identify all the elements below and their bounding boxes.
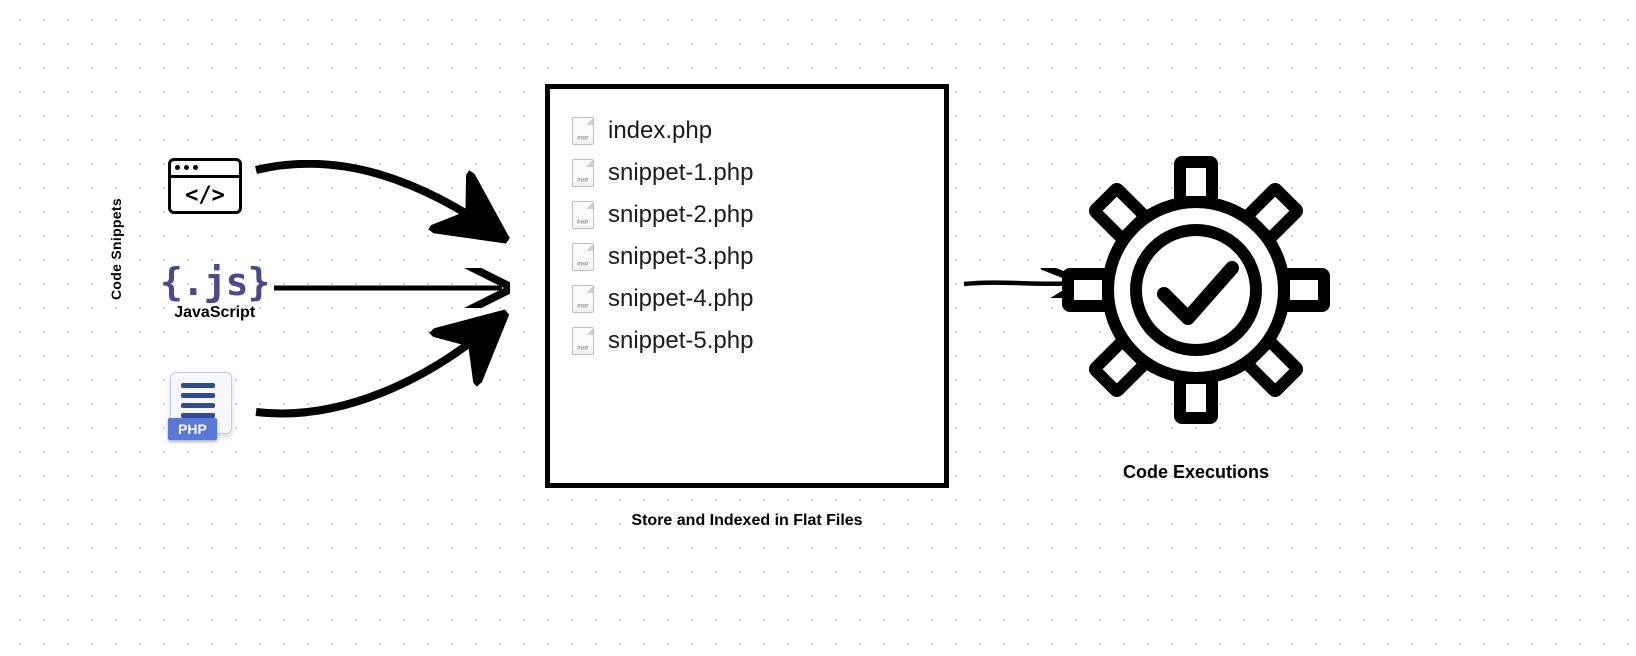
file-row: snippet-3.php: [572, 243, 922, 271]
php-file-icon: [572, 327, 594, 355]
file-row: snippet-1.php: [572, 159, 922, 187]
file-row: snippet-5.php: [572, 327, 922, 355]
file-row: index.php: [572, 117, 922, 145]
flat-files-box: index.php snippet-1.php snippet-2.php sn…: [545, 84, 949, 488]
arrow-php-to-box: [250, 300, 510, 420]
file-name: snippet-2.php: [608, 201, 753, 229]
code-executions-label: Code Executions: [1056, 462, 1336, 483]
code-window-icon: </>: [168, 158, 242, 214]
arrow-code-to-box: [250, 160, 510, 250]
js-curly-glyph: {.js}: [160, 260, 269, 304]
gear-check-icon: [1056, 150, 1336, 435]
file-name: snippet-5.php: [608, 327, 753, 355]
php-file-icon: [572, 285, 594, 313]
php-icon: PHP: [170, 372, 232, 434]
file-row: snippet-2.php: [572, 201, 922, 229]
php-file-icon: [572, 117, 594, 145]
php-file-icon: [572, 201, 594, 229]
php-file-icon: [572, 243, 594, 271]
file-name: snippet-3.php: [608, 243, 753, 271]
file-name: snippet-1.php: [608, 159, 753, 187]
code-snippets-label: Code Snippets: [108, 198, 124, 300]
code-glyph: </>: [171, 183, 239, 208]
center-caption: Store and Indexed in Flat Files: [545, 512, 949, 530]
file-name: index.php: [608, 117, 712, 145]
php-ribbon-label: PHP: [168, 418, 217, 440]
file-name: snippet-4.php: [608, 285, 753, 313]
file-row: snippet-4.php: [572, 285, 922, 313]
php-file-icon: [572, 159, 594, 187]
